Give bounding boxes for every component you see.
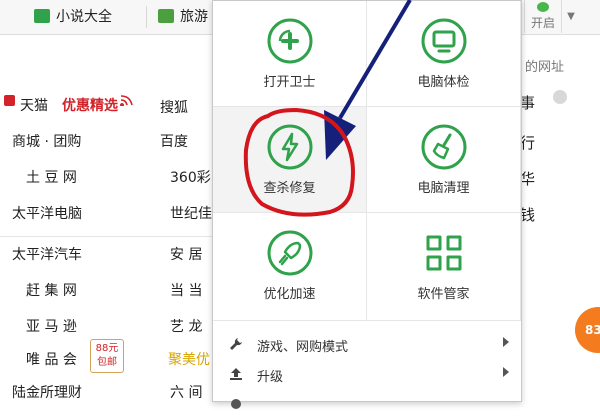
shield-plus-icon [267, 18, 312, 64]
site-link[interactable]: 艺 龙 [170, 316, 202, 336]
site-link[interactable]: 聚美优 [168, 349, 210, 369]
site-link[interactable]: 陆金所理财 [12, 382, 82, 402]
tool-label: 软件管家 [417, 287, 470, 302]
chevron-right-icon [503, 337, 509, 347]
site-link[interactable]: 六 间 [170, 382, 202, 402]
tool-label: 查杀修复 [263, 181, 316, 196]
rss-icon [120, 95, 133, 106]
site-link[interactable]: 商城 · 团购 [12, 131, 81, 151]
menu-item-partial[interactable] [213, 391, 521, 417]
menu-item-upgrade[interactable]: 升级 [213, 361, 521, 387]
right-link[interactable]: 行 [520, 132, 535, 153]
badge-line: 88元 [95, 343, 119, 354]
broom-icon [421, 124, 466, 170]
site-link[interactable]: 赶 集 网 [26, 280, 77, 300]
book-icon [34, 9, 50, 23]
site-link[interactable]: 太平洋汽车 [12, 244, 82, 264]
avatar[interactable] [553, 90, 567, 104]
triangle-down-icon: ▼ [567, 11, 575, 22]
site-link[interactable]: 当 当 [170, 280, 202, 300]
pc-cleanup-button[interactable]: 电脑清理 [367, 107, 521, 213]
site-link[interactable]: 唯 品 会 [26, 349, 77, 369]
tab-novels[interactable]: 小说大全 [34, 4, 112, 28]
tool-label: 优化加速 [263, 287, 316, 302]
site-link[interactable]: 世纪佳 [170, 203, 212, 223]
tab-travel[interactable]: 旅游 [158, 4, 208, 28]
site-link[interactable]: 安 居 [170, 244, 202, 264]
software-manager-button[interactable]: 软件管家 [367, 213, 521, 321]
site-link[interactable]: 天猫 [20, 95, 48, 115]
tool-grid: 打开卫士 电脑体检 查杀修复 电脑清理 优化加速 软件管家 [213, 1, 521, 321]
site-link[interactable]: 土 豆 网 [26, 167, 77, 187]
tmall-icon [4, 95, 15, 106]
open-guard-button[interactable]: 打开卫士 [213, 1, 367, 107]
tab-novels-label: 小说大全 [56, 9, 112, 25]
notification-bubble[interactable]: 83 [575, 307, 600, 353]
upload-icon [230, 368, 242, 380]
rocket-icon [267, 230, 312, 276]
menu-item-label: 游戏、网购模式 [257, 340, 349, 355]
site-link[interactable]: 360彩 [170, 167, 211, 187]
address-hint: 的网址 [525, 60, 565, 75]
site-link[interactable]: 亚 马 逊 [26, 316, 77, 336]
site-link[interactable]: 优惠精选 [62, 95, 118, 115]
tool-label: 打开卫士 [263, 75, 316, 90]
tab-travel-label: 旅游 [180, 9, 208, 25]
chevron-right-icon [503, 367, 509, 377]
badge-line: 包邮 [97, 357, 117, 368]
open-button-label: 开启 [530, 16, 555, 30]
tab-separator [146, 6, 147, 28]
tool-label: 电脑清理 [417, 181, 470, 196]
guard-icon [537, 2, 549, 12]
dropdown-button[interactable]: ▼ [561, 0, 580, 33]
right-link[interactable]: 华 [520, 168, 535, 189]
free-shipping-badge: 88元 包邮 [90, 339, 124, 373]
site-link[interactable]: 百度 [160, 131, 188, 151]
site-link[interactable]: 太平洋电脑 [12, 203, 82, 223]
travel-icon [158, 9, 174, 23]
wrench-icon [230, 338, 242, 350]
menu-item-label: 升级 [257, 370, 284, 385]
divider [0, 236, 212, 237]
pc-checkup-button[interactable]: 电脑体检 [367, 1, 521, 107]
right-link[interactable]: 事 [520, 92, 535, 113]
monitor-icon [421, 18, 466, 64]
right-link[interactable]: 钱 [520, 204, 535, 225]
security-panel: 打开卫士 电脑体检 查杀修复 电脑清理 优化加速 软件管家 游戏、网购模式 升级 [212, 0, 522, 409]
site-link[interactable]: 搜狐 [160, 97, 188, 117]
settings-icon [231, 399, 241, 409]
open-button[interactable]: 开启 [524, 0, 561, 33]
scan-repair-button[interactable]: 查杀修复 [213, 107, 367, 213]
tool-label: 电脑体检 [417, 75, 470, 90]
optimize-speed-button[interactable]: 优化加速 [213, 213, 367, 321]
lightning-icon [267, 124, 312, 170]
software-grid-icon [426, 235, 461, 271]
menu-item-game-shopping-mode[interactable]: 游戏、网购模式 [213, 331, 521, 357]
